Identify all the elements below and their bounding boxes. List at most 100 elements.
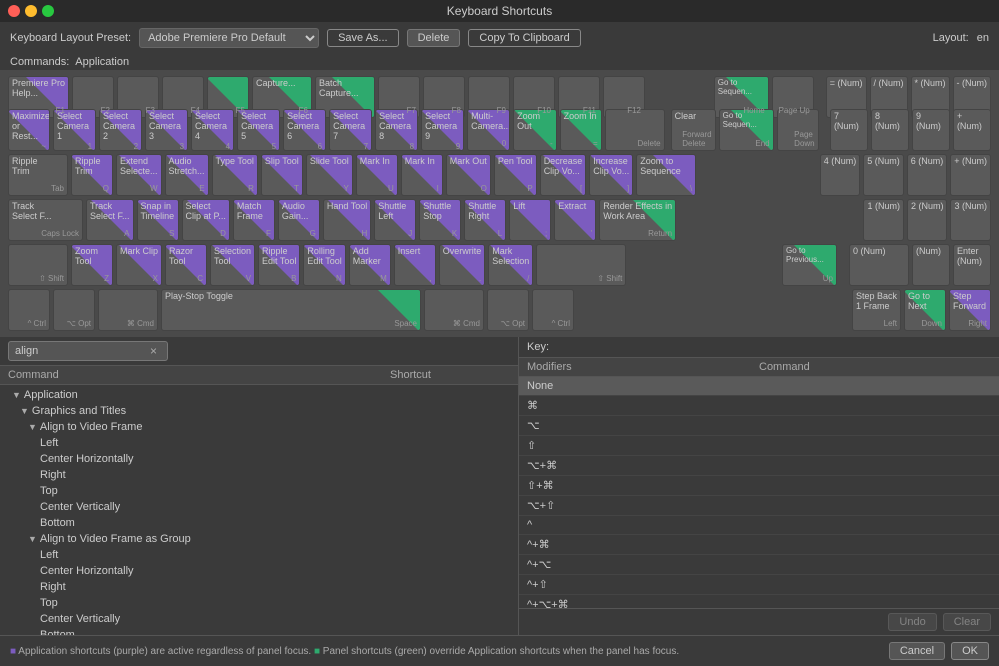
key-num-enter[interactable]: Enter(Num)	[953, 244, 991, 286]
search-clear-button[interactable]: ×	[150, 344, 157, 358]
key-num-3[interactable]: 3 (Num)	[950, 199, 991, 241]
key-t[interactable]: Slip Tool T	[261, 154, 303, 196]
key-l[interactable]: ShuttleRight L	[464, 199, 506, 241]
key-i[interactable]: Mark In I	[401, 154, 443, 196]
tree-graphics-titles[interactable]: ▼ Graphics and Titles	[0, 403, 518, 419]
key-bracket-r[interactable]: IncreaseClip Vo... ]	[589, 154, 633, 196]
key-5[interactable]: SelectCamera 5 5	[237, 109, 280, 151]
search-input[interactable]	[8, 341, 168, 361]
modifier-opt[interactable]: ⌥	[519, 416, 999, 436]
key-num-4[interactable]: 4 (Num)	[820, 154, 861, 196]
key-up[interactable]: Go toPrevious... Up	[782, 244, 837, 286]
key-7[interactable]: SelectCamera 7 7	[329, 109, 372, 151]
key-cmd-r[interactable]: ⌘ Cmd	[424, 289, 484, 331]
key-slash[interactable]: MarkSelection /	[488, 244, 533, 286]
key-b[interactable]: RippleEdit Tool B	[258, 244, 300, 286]
key-f[interactable]: MatchFrame F	[233, 199, 275, 241]
tree-align-group[interactable]: ▼ Align to Video Frame as Group	[0, 531, 518, 547]
tree-avf-center-v[interactable]: Center Vertically	[0, 499, 518, 515]
command-list[interactable]: ▼ Application ▼ Graphics and Titles ▼ Al…	[0, 385, 518, 635]
key-y[interactable]: Slide Tool Y	[306, 154, 353, 196]
tree-avf-top[interactable]: Top	[0, 483, 518, 499]
tree-application[interactable]: ▼ Application	[0, 387, 518, 403]
key-backtick[interactable]: Maximizeor Rest... ~	[8, 109, 50, 151]
tree-ag-right[interactable]: Right	[0, 579, 518, 595]
modifier-none[interactable]: None	[519, 377, 999, 396]
key-num-5[interactable]: 5 (Num)	[863, 154, 904, 196]
tree-ag-bottom[interactable]: Bottom	[0, 627, 518, 635]
key-fwd-del[interactable]: Clear ForwardDelete	[671, 109, 716, 151]
key-space[interactable]: Play-Stop Toggle Space	[161, 289, 421, 331]
key-backslash[interactable]: Zoom toSequence \	[636, 154, 696, 196]
delete-button[interactable]: Delete	[407, 29, 461, 47]
key-down[interactable]: Go toNext Down	[904, 289, 946, 331]
key-r[interactable]: Type Tool R	[212, 154, 258, 196]
key-num-plus[interactable]: + (Num)	[953, 109, 991, 151]
undo-button[interactable]: Undo	[888, 613, 936, 631]
clear-button[interactable]: Clear	[943, 613, 991, 631]
key-num-0[interactable]: 0 (Num)	[849, 244, 909, 286]
key-opt-l[interactable]: ⌥ Opt	[53, 289, 95, 331]
key-ctrl-l[interactable]: ^ Ctrl	[8, 289, 50, 331]
key-return[interactable]: Render Effects inWork Area Return	[599, 199, 676, 241]
key-n[interactable]: RollingEdit Tool N	[303, 244, 345, 286]
modifier-opt-cmd[interactable]: ⌥+⌘	[519, 456, 999, 476]
preset-select[interactable]: Adobe Premiere Pro Default	[139, 28, 319, 48]
key-1[interactable]: SelectCamera 1 1	[53, 109, 96, 151]
copy-to-clipboard-button[interactable]: Copy To Clipboard	[468, 29, 580, 47]
tree-ag-left[interactable]: Left	[0, 547, 518, 563]
key-o[interactable]: Mark Out O	[446, 154, 491, 196]
tree-ag-center-h[interactable]: Center Horizontally	[0, 563, 518, 579]
key-3[interactable]: SelectCamera 3 3	[145, 109, 188, 151]
tree-avf-bottom[interactable]: Bottom	[0, 515, 518, 531]
key-bracket-l[interactable]: DecreaseClip Vo... [	[540, 154, 587, 196]
tree-avf-center-h[interactable]: Center Horizontally	[0, 451, 518, 467]
minimize-button[interactable]	[25, 5, 37, 17]
key-k[interactable]: ShuttleStop K	[419, 199, 461, 241]
key-d[interactable]: SelectClip at P... D	[182, 199, 230, 241]
key-s[interactable]: Snap inTimeline S	[137, 199, 179, 241]
modifier-ctrl-shift[interactable]: ^+⇧	[519, 575, 999, 595]
key-page-down[interactable]: PageDown	[777, 109, 819, 151]
key-6[interactable]: SelectCamera 6 6	[283, 109, 326, 151]
maximize-button[interactable]	[42, 5, 54, 17]
key-m[interactable]: AddMarker M	[349, 244, 391, 286]
key-num-6[interactable]: 6 (Num)	[907, 154, 948, 196]
modifier-ctrl-opt-cmd[interactable]: ^+⌥+⌘	[519, 595, 999, 608]
key-w[interactable]: ExtendSelecte... W	[116, 154, 162, 196]
key-semicolon[interactable]: Lift ;	[509, 199, 551, 241]
tree-ag-center-v[interactable]: Center Vertically	[0, 611, 518, 627]
modifier-opt-shift[interactable]: ⌥+⇧	[519, 496, 999, 516]
modifier-ctrl[interactable]: ^	[519, 516, 999, 535]
key-e[interactable]: AudioStretch... E	[165, 154, 209, 196]
key-u[interactable]: Mark In U	[356, 154, 398, 196]
key-g[interactable]: AudioGain... G	[278, 199, 320, 241]
key-p[interactable]: Pen Tool P	[494, 154, 537, 196]
key-caps[interactable]: TrackSelect F... Caps Lock	[8, 199, 83, 241]
modifier-ctrl-opt[interactable]: ^+⌥	[519, 555, 999, 575]
key-left[interactable]: Step Back1 Frame Left	[852, 289, 901, 331]
key-h[interactable]: Hand Tool H	[323, 199, 371, 241]
key-z[interactable]: ZoomTool Z	[71, 244, 113, 286]
modifier-shift-cmd[interactable]: ⇧+⌘	[519, 476, 999, 496]
key-x[interactable]: Mark Clip X	[116, 244, 162, 286]
key-cmd-l[interactable]: ⌘ Cmd	[98, 289, 158, 331]
key-num-8[interactable]: 8 (Num)	[871, 109, 909, 151]
key-num-9[interactable]: 9 (Num)	[912, 109, 950, 151]
key-j[interactable]: ShuttleLeft J	[374, 199, 416, 241]
key-comma[interactable]: Insert ,	[394, 244, 436, 286]
ok-button[interactable]: OK	[951, 642, 989, 660]
key-num-dot[interactable]: (Num)	[912, 244, 950, 286]
key-4[interactable]: SelectCamera 4 4	[191, 109, 234, 151]
tree-avf-right[interactable]: Right	[0, 467, 518, 483]
save-as-button[interactable]: Save As...	[327, 29, 399, 47]
key-shift-r[interactable]: ⇧ Shift	[536, 244, 626, 286]
key-right[interactable]: StepForward Right	[949, 289, 991, 331]
tree-ag-top[interactable]: Top	[0, 595, 518, 611]
key-num-7[interactable]: 7 (Num)	[830, 109, 868, 151]
key-a[interactable]: TrackSelect F... A	[86, 199, 134, 241]
key-8[interactable]: SelectCamera 8 8	[375, 109, 418, 151]
key-quote[interactable]: Extract '	[554, 199, 596, 241]
key-0[interactable]: Multi-Camera... 0	[467, 109, 510, 151]
modifier-shift[interactable]: ⇧	[519, 436, 999, 456]
